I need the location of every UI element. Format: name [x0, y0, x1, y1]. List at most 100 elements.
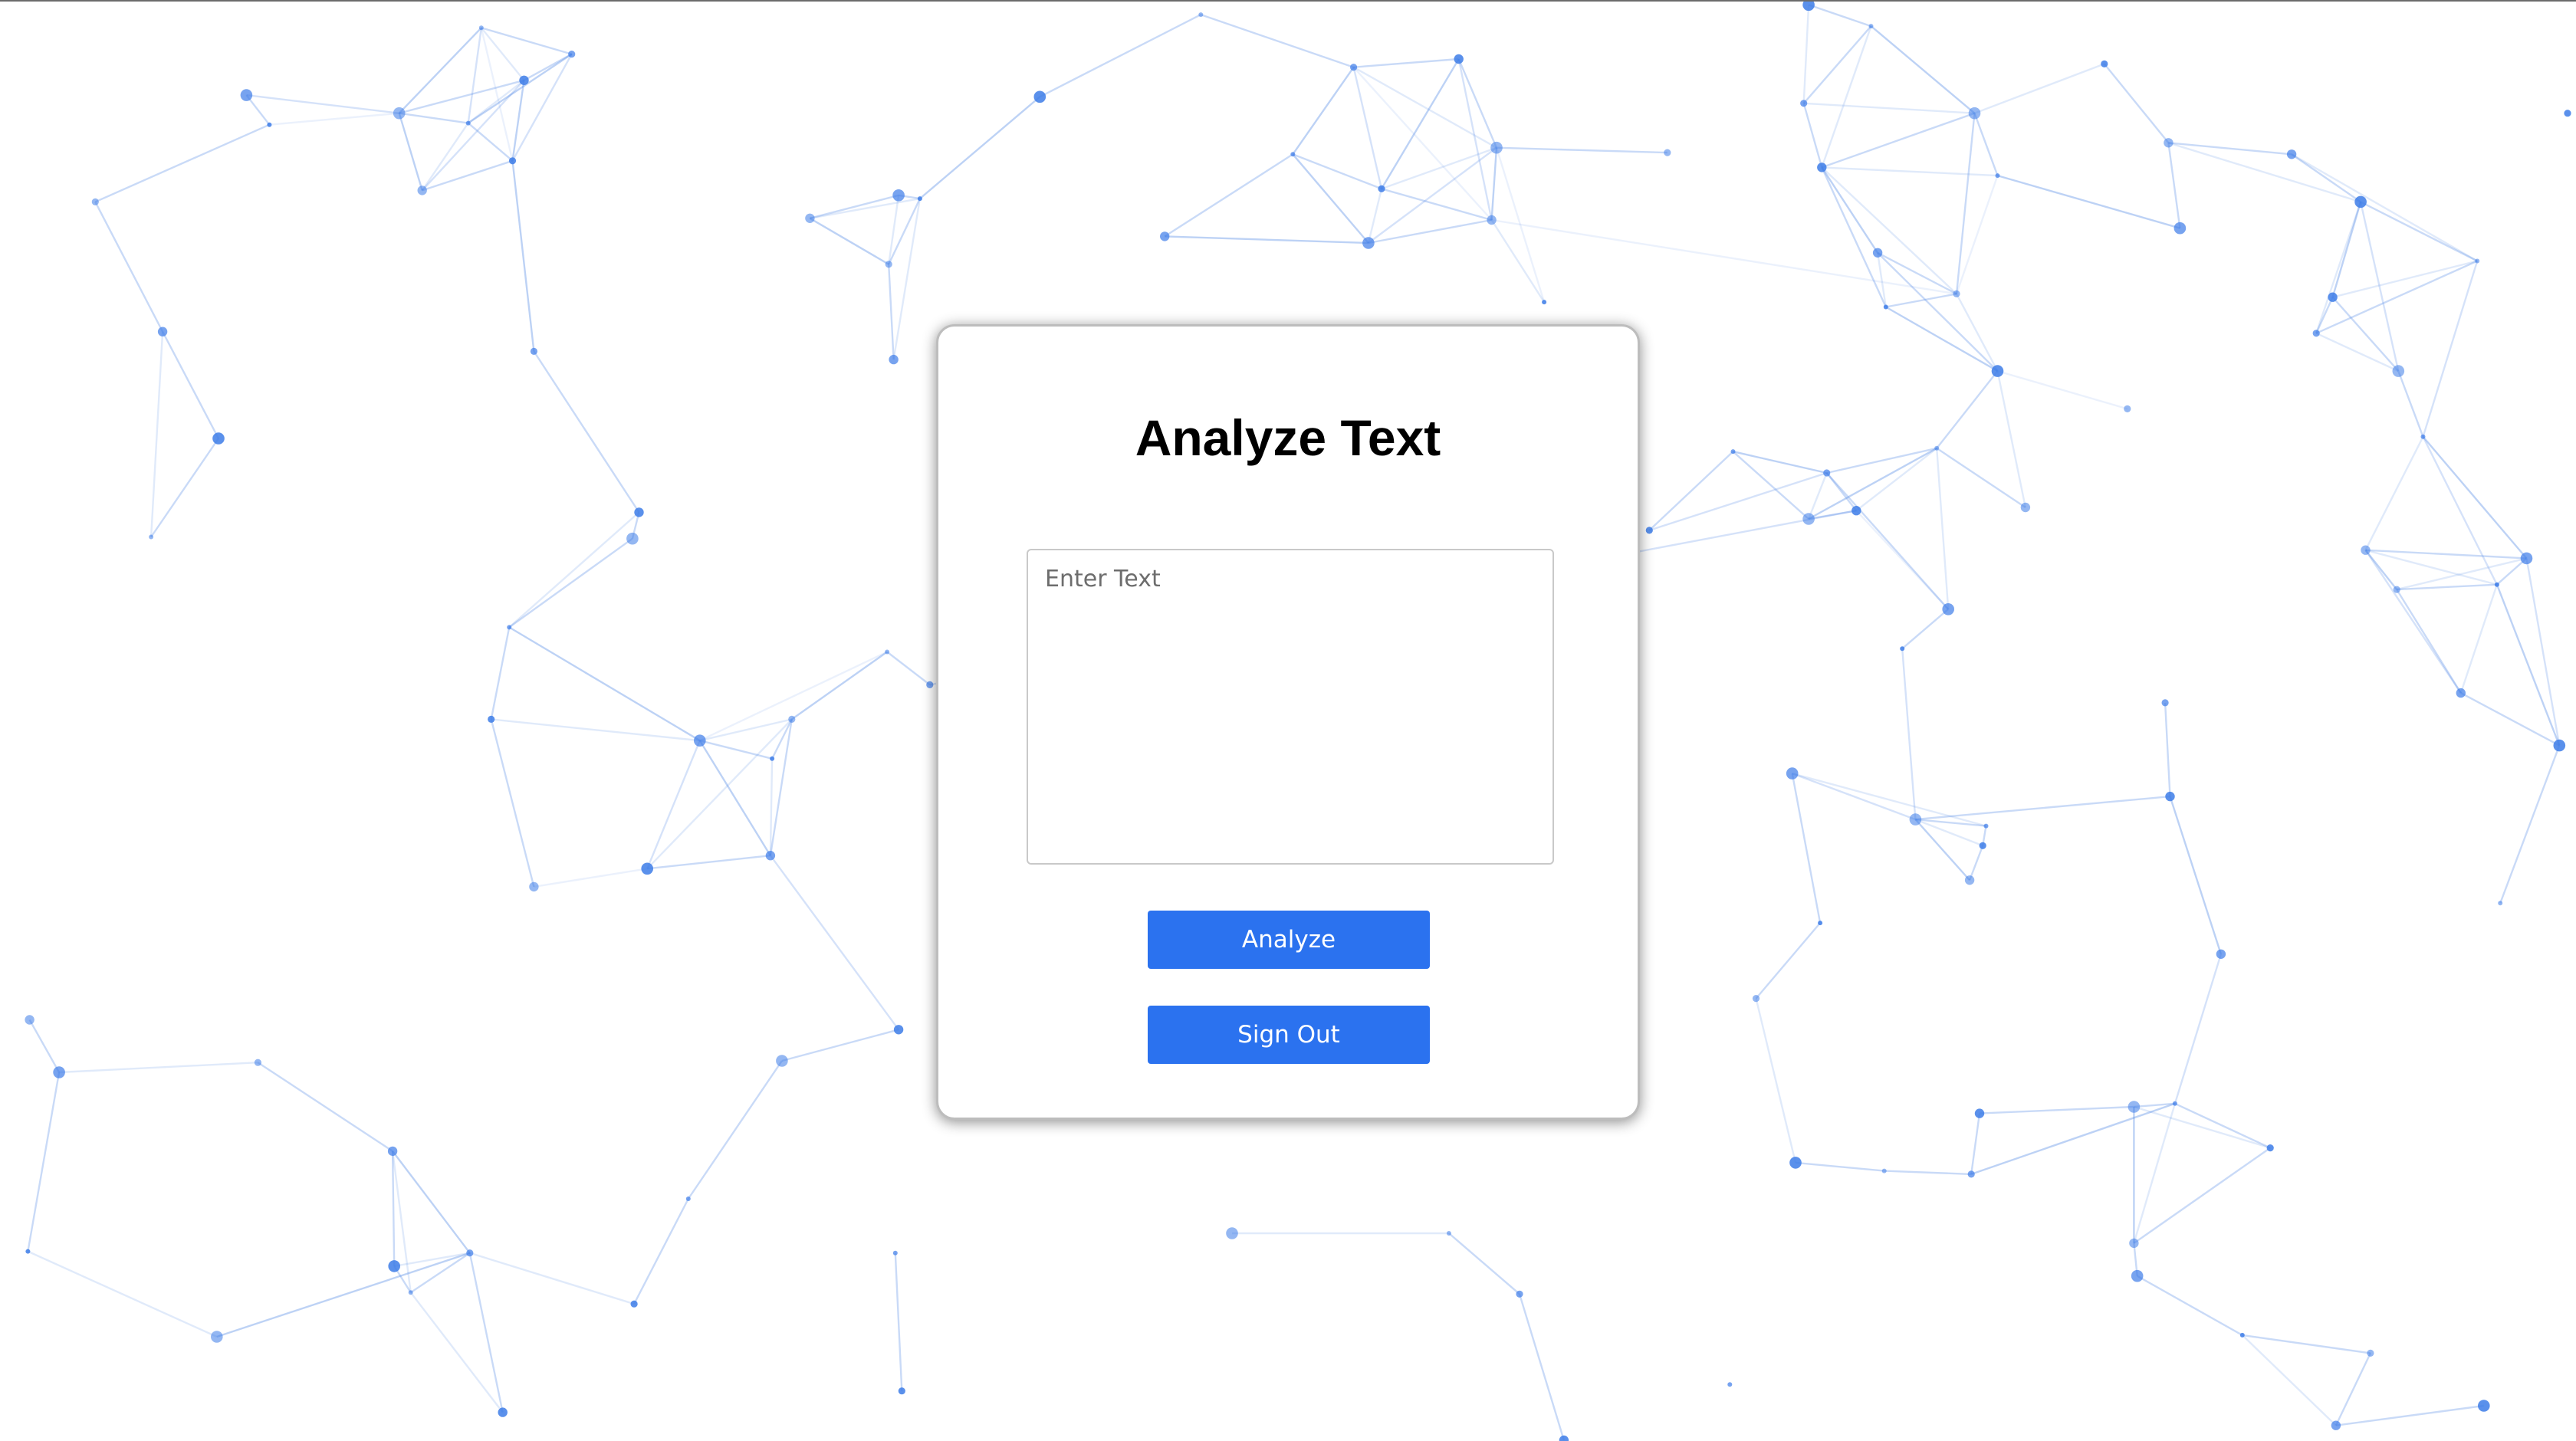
network-link: [2396, 589, 2462, 694]
network-node: [1350, 64, 1358, 71]
network-link: [1352, 67, 1383, 189]
network-node: [1446, 1231, 1451, 1236]
network-node: [488, 715, 495, 724]
network-link: [1936, 447, 2026, 508]
network-link: [2334, 1352, 2371, 1426]
network-link: [2460, 692, 2560, 747]
network-link: [1795, 1161, 1884, 1172]
network-node: [388, 1260, 400, 1272]
network-link: [1821, 25, 1872, 168]
network-node: [1974, 1108, 1985, 1118]
network-node: [1942, 603, 1954, 615]
network-link: [1368, 146, 1497, 244]
network-link: [1381, 146, 1497, 190]
network-link: [1380, 58, 1460, 189]
sign-out-button[interactable]: Sign Out: [1148, 1006, 1430, 1064]
network-link: [1996, 370, 2027, 508]
network-link: [399, 79, 524, 114]
network-link: [2103, 63, 2170, 144]
network-node: [2478, 1400, 2490, 1412]
network-node: [2456, 688, 2466, 698]
network-node: [1454, 54, 1464, 64]
network-node: [893, 1025, 904, 1035]
network-link: [2164, 702, 2171, 797]
network-link: [1901, 648, 1917, 820]
network-node: [2564, 110, 2571, 117]
network-link: [1936, 370, 1999, 449]
network-node: [685, 1196, 691, 1201]
network-node: [25, 1015, 34, 1025]
network-node: [1823, 469, 1831, 477]
network-link: [2241, 1334, 2337, 1426]
network-link: [1803, 102, 1975, 114]
network-node: [507, 625, 512, 630]
network-node: [508, 157, 517, 165]
network-link: [781, 1029, 899, 1062]
network-link: [1353, 57, 1459, 68]
network-link: [59, 1062, 258, 1074]
network-link: [1821, 166, 1879, 254]
network-node: [1909, 813, 1922, 826]
network-link: [508, 511, 640, 629]
network-link: [511, 160, 535, 352]
network-node: [478, 25, 484, 31]
network-link: [2359, 202, 2400, 372]
network-link: [698, 740, 771, 856]
network-link: [409, 1292, 504, 1413]
analyze-button[interactable]: Analyze: [1148, 911, 1430, 969]
network-node: [765, 851, 776, 861]
network-link: [2364, 436, 2424, 551]
network-link: [1870, 25, 1976, 114]
network-link: [1901, 608, 1949, 650]
network-node: [1883, 304, 1888, 310]
network-node: [889, 354, 899, 365]
network-link: [1292, 153, 1382, 190]
network-link: [2134, 1105, 2271, 1149]
network-link: [481, 27, 573, 55]
network-node: [2393, 586, 2400, 593]
network-link: [1648, 451, 1734, 531]
network-node: [211, 1331, 223, 1343]
network-link: [2331, 202, 2362, 298]
network-link: [1802, 25, 1872, 104]
network-node: [1730, 449, 1736, 455]
network-link: [1448, 1233, 1520, 1295]
network-link: [1732, 451, 1809, 520]
network-node: [1378, 185, 1385, 192]
network-node: [2494, 582, 2499, 587]
network-node: [1934, 445, 1940, 451]
network-node: [885, 261, 892, 268]
network-node: [1645, 527, 1653, 534]
network-link: [2499, 745, 2561, 904]
network-link: [162, 331, 220, 439]
network-link: [28, 1019, 61, 1073]
network-link: [246, 94, 399, 114]
network-node: [1789, 1157, 1802, 1169]
network-node: [529, 881, 539, 892]
network-node: [1979, 842, 1986, 849]
network-node: [1817, 162, 1827, 172]
app-page: Analyze Text Analyze Sign Out: [0, 0, 2576, 1441]
network-node: [25, 1249, 31, 1254]
network-link: [1165, 235, 1368, 245]
network-link: [1518, 1293, 1566, 1441]
network-node: [2165, 791, 2175, 802]
network-link: [1821, 112, 1975, 169]
network-link: [508, 537, 633, 629]
network-link: [2331, 296, 2400, 372]
network-node: [1800, 100, 1808, 107]
network-node: [1881, 1168, 1887, 1173]
network-link: [892, 198, 922, 360]
network-link: [469, 1252, 635, 1305]
network-node: [2266, 1144, 2274, 1152]
network-link: [1884, 1170, 1972, 1176]
network-link: [1200, 13, 1354, 68]
text-input[interactable]: [1027, 549, 1554, 865]
network-node: [1802, 513, 1815, 525]
network-node: [1487, 215, 1497, 225]
network-link: [150, 331, 164, 537]
network-node: [788, 715, 796, 724]
network-link: [2360, 201, 2478, 262]
network-link: [2496, 584, 2561, 747]
network-link: [1792, 772, 1916, 821]
